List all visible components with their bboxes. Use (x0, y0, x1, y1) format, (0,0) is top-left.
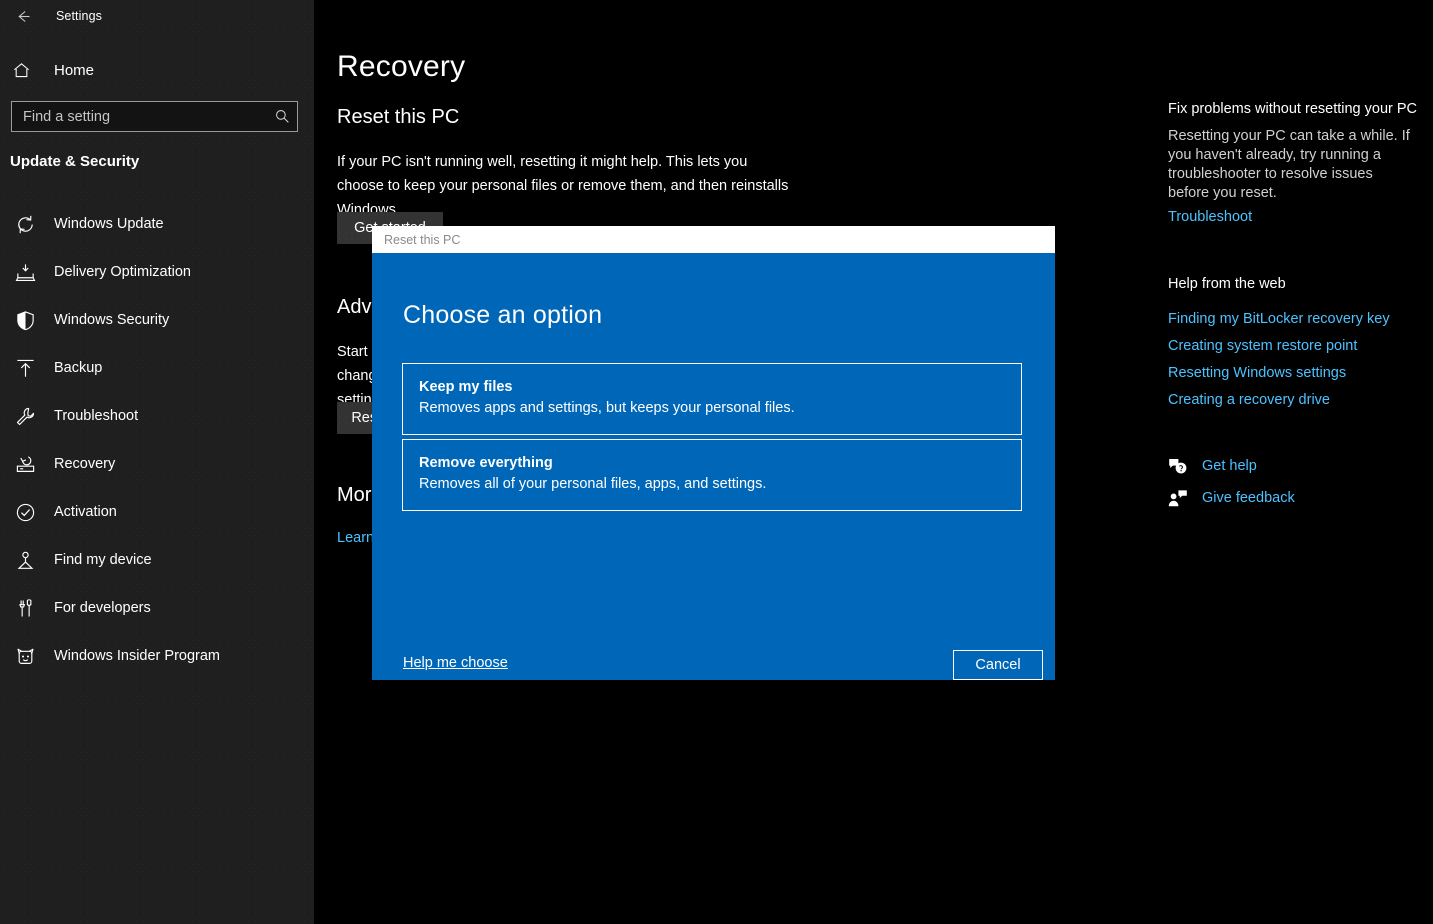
sidebar-item-home[interactable]: Home (0, 54, 314, 86)
settings-window: Settings Home Update & Security (0, 0, 1433, 924)
right-panel-heading-fix-problems: Fix problems without resetting your PC (1168, 101, 1417, 117)
cancel-button[interactable]: Cancel (953, 650, 1043, 680)
sidebar-item-backup[interactable]: Backup (0, 344, 314, 392)
sidebar-item-label: Windows Security (54, 312, 169, 328)
search-icon (267, 108, 297, 125)
sidebar-item-label: Find my device (54, 552, 152, 568)
help-me-choose-link[interactable]: Help me choose (403, 655, 508, 671)
sidebar-item-label: Delivery Optimization (54, 264, 191, 280)
give-feedback-label: Give feedback (1202, 490, 1295, 506)
sidebar-item-label: Backup (54, 360, 102, 376)
sidebar-item-label: Windows Update (54, 216, 164, 232)
give-feedback-icon (1168, 487, 1194, 509)
dialog-option-subtitle: Removes apps and settings, but keeps you… (419, 398, 1005, 419)
sidebar-item-delivery-optimization[interactable]: Delivery Optimization (0, 248, 314, 296)
help-web-link[interactable]: Finding my BitLocker recovery key (1168, 311, 1390, 327)
insider-cat-icon (12, 643, 38, 669)
tools-icon (12, 595, 38, 621)
sidebar-nav-list: Windows Update Delivery Optimization (0, 200, 314, 680)
sidebar-section-header: Update & Security (10, 153, 139, 170)
dialog-titlebar-label: Reset this PC (384, 233, 460, 247)
wrench-icon (12, 403, 38, 429)
troubleshoot-link[interactable]: Troubleshoot (1168, 209, 1252, 225)
get-help-action[interactable]: Get help (1168, 455, 1257, 477)
get-help-label: Get help (1202, 458, 1257, 474)
sidebar-item-activation[interactable]: Activation (0, 488, 314, 536)
sidebar-item-windows-insider-program[interactable]: Windows Insider Program (0, 632, 314, 680)
sidebar: Settings Home Update & Security (0, 0, 314, 924)
back-arrow-icon[interactable] (0, 0, 46, 32)
help-web-link[interactable]: Creating a recovery drive (1168, 392, 1330, 408)
dialog-option-keep-my-files[interactable]: Keep my files Removes apps and settings,… (402, 363, 1022, 435)
give-feedback-action[interactable]: Give feedback (1168, 487, 1295, 509)
sidebar-item-recovery[interactable]: Recovery (0, 440, 314, 488)
sidebar-item-label: For developers (54, 600, 151, 616)
help-web-link[interactable]: Resetting Windows settings (1168, 365, 1346, 381)
get-help-icon (1168, 455, 1194, 477)
sync-icon (12, 211, 38, 237)
right-panel-body-fix-problems: Resetting your PC can take a while. If y… (1168, 127, 1413, 203)
sidebar-item-label: Troubleshoot (54, 408, 138, 424)
dialog-option-remove-everything[interactable]: Remove everything Removes all of your pe… (402, 439, 1022, 511)
sidebar-item-label: Windows Insider Program (54, 648, 220, 664)
shield-icon (12, 307, 38, 333)
sidebar-item-for-developers[interactable]: For developers (0, 584, 314, 632)
dialog-heading: Choose an option (403, 301, 602, 330)
dialog-option-title: Remove everything (419, 453, 1005, 473)
sidebar-item-windows-security[interactable]: Windows Security (0, 296, 314, 344)
home-icon (12, 61, 42, 80)
search-box[interactable] (11, 101, 298, 132)
check-circle-icon (12, 499, 38, 525)
sidebar-item-home-label: Home (54, 62, 94, 79)
dialog-titlebar: Reset this PC (372, 226, 1055, 253)
window-title: Settings (56, 9, 102, 23)
delivery-icon (12, 259, 38, 285)
right-panel: Fix problems without resetting your PC R… (1168, 0, 1433, 924)
sidebar-item-label: Activation (54, 504, 117, 520)
dialog-option-title: Keep my files (419, 377, 1005, 397)
upload-arrow-icon (12, 355, 38, 381)
dialog-body: Choose an option Keep my files Removes a… (372, 253, 1055, 680)
page-title: Recovery (337, 50, 465, 84)
sidebar-item-troubleshoot[interactable]: Troubleshoot (0, 392, 314, 440)
recovery-icon (12, 451, 38, 477)
reset-this-pc-dialog: Reset this PC Choose an option Keep my f… (372, 226, 1055, 680)
search-input[interactable] (12, 109, 267, 125)
help-web-link[interactable]: Creating system restore point (1168, 338, 1357, 354)
dialog-option-subtitle: Removes all of your personal files, apps… (419, 474, 1005, 495)
sidebar-item-windows-update[interactable]: Windows Update (0, 200, 314, 248)
section-heading-reset-this-pc: Reset this PC (337, 106, 459, 129)
window-titlebar-left: Settings (0, 0, 314, 32)
sidebar-item-label: Recovery (54, 456, 115, 472)
right-panel-heading-help-from-the-web: Help from the web (1168, 276, 1286, 292)
sidebar-item-find-my-device[interactable]: Find my device (0, 536, 314, 584)
person-pin-icon (12, 547, 38, 573)
